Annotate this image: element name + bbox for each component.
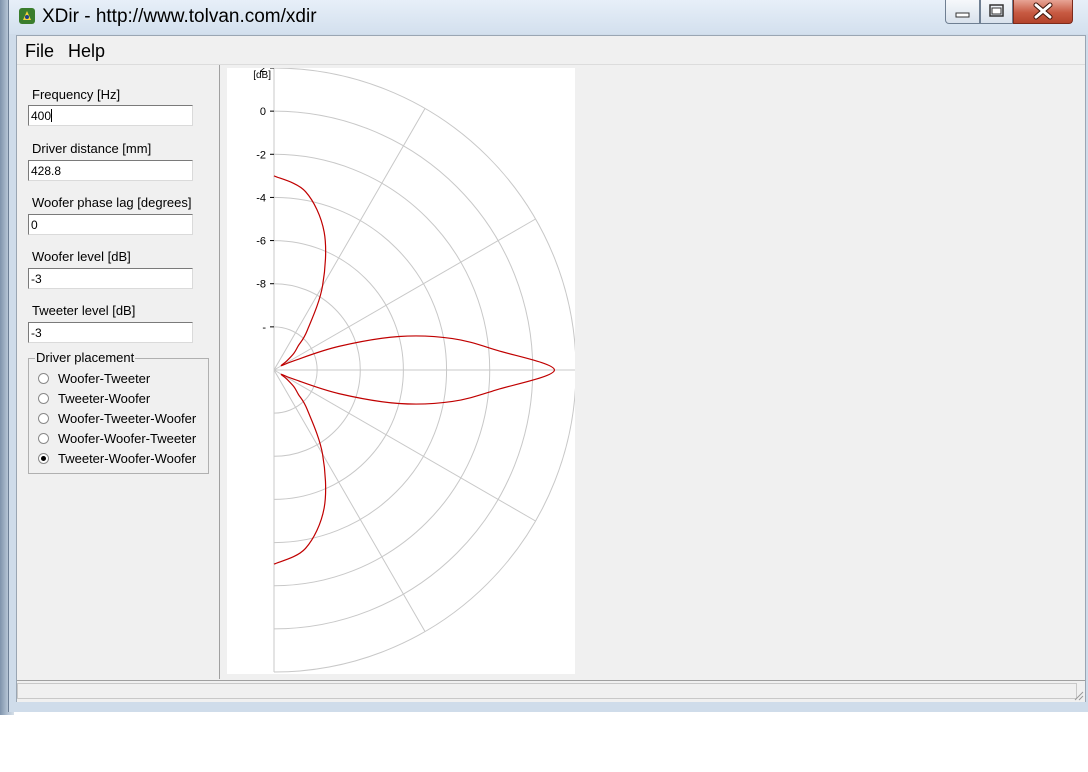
minimize-icon bbox=[955, 12, 970, 18]
tweeter-level-label: Tweeter level [dB] bbox=[32, 303, 136, 318]
client-area: File Help Frequency [Hz] 400 Driver dist… bbox=[16, 35, 1086, 702]
r-tick-label: -8 bbox=[256, 279, 266, 291]
polar-grid-spoke bbox=[273, 218, 536, 371]
text-caret bbox=[51, 109, 53, 122]
menu-help[interactable]: Help bbox=[68, 41, 105, 62]
window-title: XDir - http://www.tolvan.com/xdir bbox=[42, 6, 317, 27]
woofer-level-label: Woofer level [dB] bbox=[32, 249, 131, 264]
radio-tweeter-woofer-woofer[interactable]: Tweeter-Woofer-Woofer bbox=[38, 450, 208, 468]
settings-panel: Frequency [Hz] 400 Driver distance [mm] … bbox=[17, 65, 220, 679]
radio-label: Woofer-Woofer-Tweeter bbox=[58, 431, 197, 446]
tweeter-level-value: -3 bbox=[31, 326, 42, 340]
polar-plot-area: [dB] 2 0 -2 -4 -6 -8- bbox=[227, 63, 577, 674]
minimize-button[interactable] bbox=[945, 0, 980, 24]
radio-button[interactable] bbox=[38, 433, 49, 444]
driver-distance-label: Driver distance [mm] bbox=[32, 141, 152, 156]
driver-distance-value: 428.8 bbox=[31, 164, 62, 178]
driver-placement-group: Driver placement Woofer-Tweeter Tweeter-… bbox=[28, 350, 209, 474]
maximize-button[interactable] bbox=[980, 0, 1013, 24]
close-button[interactable] bbox=[1013, 0, 1073, 24]
r-tick-label: -6 bbox=[256, 236, 266, 248]
xdir-window: XDir - http://www.tolvan.com/xdir File H… bbox=[8, 0, 1088, 712]
menu-file[interactable]: File bbox=[25, 41, 54, 62]
r-tick-label: 0 bbox=[260, 106, 266, 118]
radio-button[interactable] bbox=[38, 413, 49, 424]
radio-label: Woofer-Tweeter-Woofer bbox=[58, 411, 197, 426]
frequency-label: Frequency [Hz] bbox=[32, 87, 121, 102]
close-icon bbox=[1033, 2, 1053, 20]
radio-woofer-tweeter-woofer[interactable]: Woofer-Tweeter-Woofer bbox=[38, 410, 208, 428]
radio-button[interactable] bbox=[38, 373, 49, 384]
radio-label: Tweeter-Woofer bbox=[58, 391, 151, 406]
polar-grid-spoke bbox=[273, 108, 426, 371]
woofer-level-value: -3 bbox=[31, 272, 42, 286]
status-bar bbox=[17, 680, 1085, 702]
woofer-phase-label: Woofer phase lag [degrees] bbox=[32, 195, 192, 210]
radio-button[interactable] bbox=[38, 393, 49, 404]
woofer-level-input[interactable]: -3 bbox=[28, 268, 193, 289]
driver-distance-input[interactable]: 428.8 bbox=[28, 160, 193, 181]
tweeter-level-input[interactable]: -3 bbox=[28, 322, 193, 343]
maximize-icon bbox=[989, 4, 1004, 17]
radio-label: Tweeter-Woofer-Woofer bbox=[58, 451, 197, 466]
app-icon bbox=[19, 8, 35, 24]
polar-grid-spoke bbox=[273, 369, 536, 522]
radio-woofer-tweeter[interactable]: Woofer-Tweeter bbox=[38, 370, 208, 388]
frequency-value: 400 bbox=[31, 109, 52, 123]
r-tick-label: -4 bbox=[256, 192, 266, 204]
radio-button[interactable] bbox=[38, 453, 49, 464]
r-tick-label: 2 bbox=[260, 68, 266, 75]
r-tick-label: - bbox=[262, 322, 266, 334]
frequency-input[interactable]: 400 bbox=[28, 105, 193, 126]
size-grip-icon[interactable] bbox=[1072, 689, 1084, 701]
woofer-phase-value: 0 bbox=[31, 218, 38, 232]
r-tick-label: -2 bbox=[256, 149, 266, 161]
driver-placement-legend: Driver placement bbox=[35, 350, 136, 365]
menu-bar: File Help bbox=[17, 36, 1085, 65]
woofer-phase-input[interactable]: 0 bbox=[28, 214, 193, 235]
title-bar[interactable]: XDir - http://www.tolvan.com/xdir bbox=[9, 0, 1088, 34]
polar-chart: [dB]20-2-4-6-8- bbox=[253, 63, 577, 673]
status-panel bbox=[17, 683, 1077, 699]
polar-grid-spoke bbox=[273, 369, 426, 632]
radio-woofer-woofer-tweeter[interactable]: Woofer-Woofer-Tweeter bbox=[38, 430, 208, 448]
radio-label: Woofer-Tweeter bbox=[58, 371, 151, 386]
radio-tweeter-woofer[interactable]: Tweeter-Woofer bbox=[38, 390, 208, 408]
